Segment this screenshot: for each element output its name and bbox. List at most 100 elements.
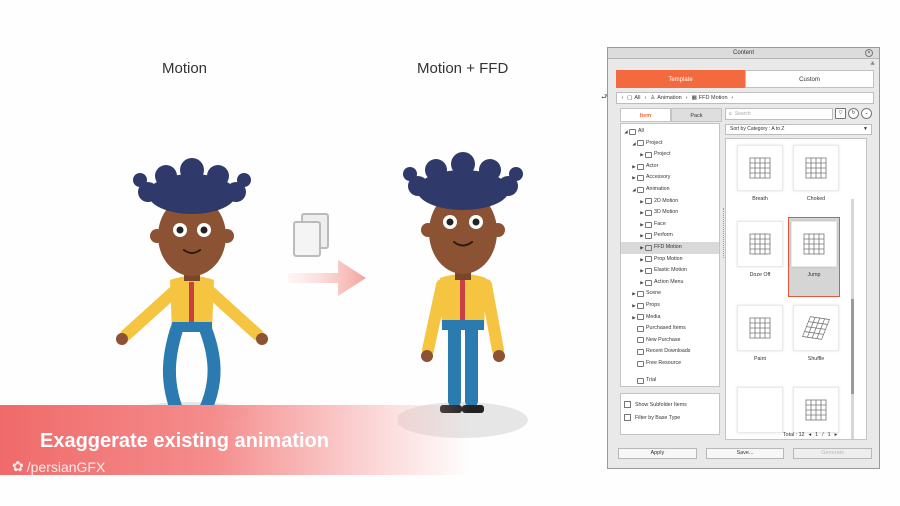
breadcrumb-all[interactable]: ▢ All xyxy=(627,95,640,101)
tree-item[interactable]: Recent Downloads xyxy=(621,346,719,358)
tree-item[interactable]: New Purchase xyxy=(621,335,719,347)
tree-item[interactable]: ◢ All xyxy=(621,126,719,138)
grid-item[interactable]: Shuffle xyxy=(790,305,842,362)
tab-pack[interactable]: Pack xyxy=(671,108,722,122)
tree-item-label: Animation xyxy=(646,185,670,192)
tree-item[interactable]: ▶ Scene xyxy=(621,288,719,300)
panel-title-bar: Content × xyxy=(608,48,879,59)
checkbox[interactable] xyxy=(624,414,631,421)
tab-template[interactable]: Template xyxy=(616,70,745,88)
folder-icon xyxy=(637,291,644,298)
ffd-grid-icon xyxy=(749,317,771,339)
category-tree: ◢ All ◢ Project ▶ Project ▶ Actor ▶ Accessory ◢ Ani… xyxy=(620,123,720,387)
tab-item[interactable]: Item xyxy=(620,108,671,122)
tree-item-label: Props xyxy=(646,301,660,308)
tree-item[interactable]: ▶ 2D Motion xyxy=(621,196,719,208)
close-icon[interactable]: × xyxy=(865,49,873,57)
tree-item[interactable]: ▶ Face xyxy=(621,219,719,231)
thumbnail xyxy=(791,221,837,267)
grid-scrollbar[interactable] xyxy=(851,199,854,439)
filter-icon[interactable]: ▽ xyxy=(835,108,846,119)
folder-icon xyxy=(645,151,652,158)
folder-icon xyxy=(645,221,652,228)
grid-item[interactable]: Paint xyxy=(734,305,786,362)
tree-item-label: Purchased Items xyxy=(646,325,686,332)
tree-item[interactable]: ▶ Perform xyxy=(621,230,719,242)
scrollbar-thumb[interactable] xyxy=(851,299,854,394)
arrow-right-icon xyxy=(288,258,368,303)
grid-item[interactable]: Breath xyxy=(734,145,786,202)
folder-icon xyxy=(645,256,652,263)
thumbnail xyxy=(793,305,839,351)
folder-icon xyxy=(645,244,652,251)
next-page-icon[interactable]: ▸ xyxy=(835,432,838,438)
thumbnail xyxy=(737,145,783,191)
watermark: ✿ /persianGFX xyxy=(12,458,105,475)
caption-motion-ffd: Motion + FFD xyxy=(417,60,509,77)
breadcrumb-arrow-icon: › xyxy=(731,95,734,101)
breadcrumb-ffd-motion[interactable]: ▦ FFD Motion xyxy=(692,95,728,101)
tree-item-label: Actor xyxy=(646,162,659,169)
refresh-icon[interactable]: ↻ xyxy=(848,108,859,119)
folder-icon xyxy=(629,128,636,135)
search-tools: ▽ ↻ ⌄ xyxy=(835,108,872,119)
grid-item[interactable]: Doze Off xyxy=(734,221,786,278)
folder-icon xyxy=(645,279,652,286)
tree-item[interactable]: ▶ 3D Motion xyxy=(621,207,719,219)
tree-item[interactable]: ▶ FFD Motion xyxy=(621,241,719,254)
apply-button[interactable]: Apply xyxy=(618,448,697,459)
checkbox[interactable] xyxy=(624,401,631,408)
ffd-grid-icon xyxy=(803,233,825,255)
tree-item[interactable]: ▶ Elastic Motion xyxy=(621,265,719,277)
caption-motion: Motion xyxy=(162,60,208,77)
collapse-icon[interactable]: ≚ xyxy=(870,61,875,68)
generate-button[interactable]: Generate xyxy=(793,448,873,459)
tab-custom[interactable]: Custom xyxy=(745,70,874,88)
breadcrumb-animation[interactable]: ♙ Animation xyxy=(650,95,681,101)
folder-icon xyxy=(637,337,644,344)
tree-item-label: Elastic Motion xyxy=(654,267,687,274)
breadcrumb-arrow-icon: › xyxy=(685,95,688,101)
tree-item[interactable]: ▶ Actor xyxy=(621,161,719,173)
tree-item[interactable]: ▶ Media xyxy=(621,312,719,324)
ffd-grid-icon xyxy=(805,157,827,179)
tree-item[interactable]: Free Resource xyxy=(621,358,719,370)
prev-page-icon[interactable]: ◂ xyxy=(809,432,812,438)
dropdown-arrow-icon: ▼ xyxy=(863,126,868,132)
tree-item-label: Face xyxy=(654,220,666,227)
grid-item-label: Paint xyxy=(753,356,767,362)
character-motion xyxy=(108,150,278,425)
folder-icon xyxy=(637,175,644,182)
tree-item-label: All xyxy=(638,128,644,134)
folder-icon xyxy=(637,349,644,356)
ffd-grid-icon xyxy=(802,316,830,340)
folder-icon xyxy=(637,360,644,367)
tree-item[interactable]: ▶ Prop Motion xyxy=(621,254,719,266)
tree-item-label: Free Resource xyxy=(646,359,682,366)
tree-item-label: Accessory xyxy=(646,174,671,181)
item-grid: Breath Choked Doze Off Jump Paint Shuffle xyxy=(725,138,867,440)
tree-item[interactable]: ◢ Animation xyxy=(621,184,719,196)
search-input[interactable]: ⌕ Search xyxy=(725,108,833,120)
tree-item[interactable]: ▶ Accessory xyxy=(621,172,719,184)
grid-item[interactable]: Jump xyxy=(788,217,840,297)
tree-item-label: FFD Motion xyxy=(654,243,682,250)
save-button[interactable]: Save... xyxy=(705,448,785,459)
grid-item[interactable] xyxy=(734,387,786,438)
tree-item[interactable]: Purchased Items xyxy=(621,323,719,335)
back-icon[interactable]: ⮐ xyxy=(601,93,607,104)
grid-item[interactable]: Choked xyxy=(790,145,842,202)
sort-dropdown[interactable]: Sort by Category : A to Z ▼ xyxy=(725,124,872,135)
chevron-down-icon[interactable]: ⌄ xyxy=(861,108,872,119)
tree-item[interactable]: ◢ Project xyxy=(621,138,719,150)
option-filter-base-type[interactable]: Filter by Base Type xyxy=(624,411,716,424)
banner-text: Exaggerate existing animation xyxy=(40,430,329,452)
grid-item[interactable] xyxy=(790,387,842,438)
tree-item[interactable]: ▶ Project xyxy=(621,149,719,161)
tree-item[interactable]: ▶ Props xyxy=(621,300,719,312)
grid-item-label: Shuffle xyxy=(807,356,825,362)
folder-icon xyxy=(637,378,644,385)
tree-item[interactable]: Trial xyxy=(621,375,719,387)
tree-item[interactable]: ▶ Action Menu xyxy=(621,277,719,289)
option-show-subfolder[interactable]: Show Subfolder Items xyxy=(624,398,716,411)
